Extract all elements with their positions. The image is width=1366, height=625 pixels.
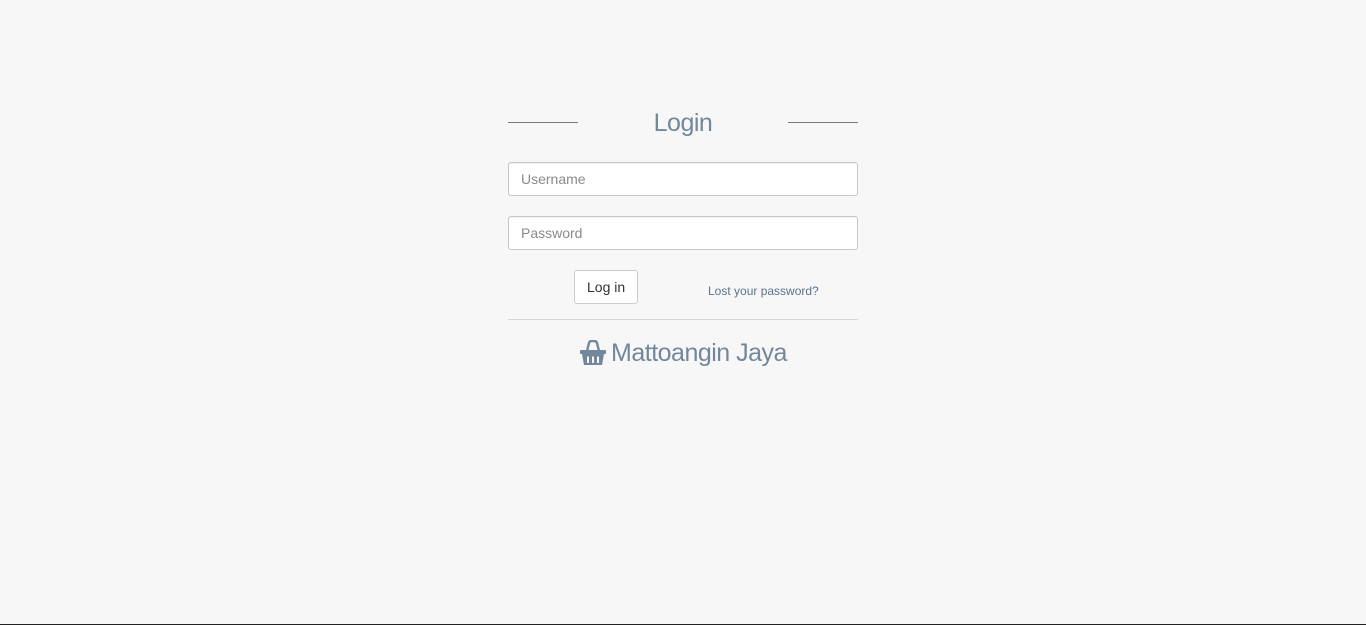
brand-logo: Mattoangin Jaya bbox=[508, 338, 858, 368]
form-actions: Log in Lost your password? bbox=[508, 270, 858, 304]
brand-name: Mattoangin Jaya bbox=[611, 339, 787, 367]
page-title: Login bbox=[653, 109, 713, 137]
shopping-basket-icon bbox=[579, 339, 607, 366]
form-divider bbox=[508, 319, 858, 320]
lost-password-link[interactable]: Lost your password? bbox=[708, 284, 819, 298]
login-button[interactable]: Log in bbox=[574, 270, 639, 304]
login-form: Login Log in Lost your password? Mattoan… bbox=[508, 104, 858, 368]
password-input[interactable] bbox=[508, 216, 858, 250]
login-title-row: Login bbox=[508, 104, 858, 142]
login-page: Login Log in Lost your password? Mattoan… bbox=[0, 0, 1366, 625]
username-input[interactable] bbox=[508, 162, 858, 196]
title-left-rule bbox=[508, 122, 578, 123]
title-right-rule bbox=[788, 122, 858, 123]
